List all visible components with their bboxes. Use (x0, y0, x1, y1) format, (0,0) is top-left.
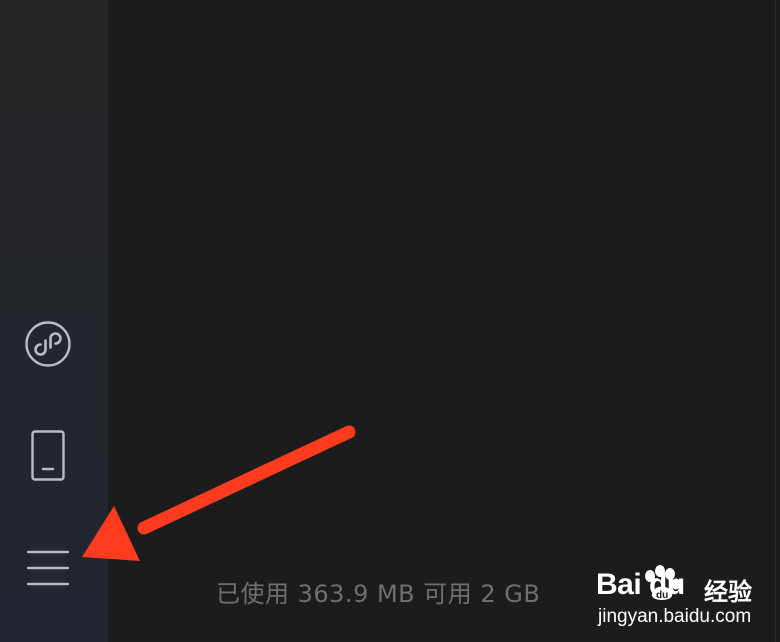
watermark-url: jingyan.baidu.com (598, 606, 752, 627)
svg-text:du: du (656, 590, 668, 601)
storage-status-text: 已使用 363.9 MB 可用 2 GB (216, 580, 541, 608)
mini-program-button[interactable] (22, 318, 74, 370)
app-window: 已使用 363.9 MB 可用 2 GB Bai du du 经验 jingya… (0, 0, 780, 642)
device-preview-button[interactable] (22, 430, 74, 482)
panel-divider (775, 0, 776, 642)
watermark-cn-text: 经验 (704, 578, 752, 606)
mini-program-icon (25, 321, 71, 367)
main-panel (108, 0, 780, 642)
hamburger-menu-icon (26, 550, 70, 586)
menu-button[interactable] (22, 542, 74, 594)
phone-device-icon (31, 430, 65, 481)
baidu-jingyan-watermark: Bai du du 经验 jingyan.baidu.com (596, 565, 772, 634)
sidebar (0, 0, 108, 642)
baidu-paw-icon: du (645, 565, 681, 601)
